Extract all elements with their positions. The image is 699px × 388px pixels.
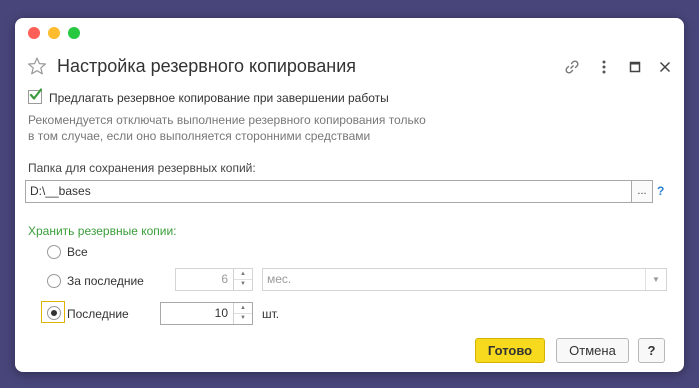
more-icon[interactable] (595, 58, 613, 76)
browse-folder-button[interactable]: ... (631, 180, 653, 203)
count-unit: шт. (262, 307, 280, 321)
window-close-button[interactable] (28, 27, 40, 39)
period-unit-select[interactable]: мес. ▼ (262, 268, 667, 291)
hint-text: Рекомендуется отключать выполнение резер… (28, 112, 488, 144)
close-icon[interactable] (656, 58, 674, 76)
offer-backup-checkbox[interactable] (28, 88, 42, 104)
count-spin[interactable]: ▲ ▼ (233, 303, 252, 324)
radio-last-period[interactable] (47, 274, 61, 288)
page-title: Настройка резервного копирования (57, 56, 357, 76)
window-zoom-button[interactable] (68, 27, 80, 39)
hint-line: Рекомендуется отключать выполнение резер… (28, 113, 426, 127)
period-value: 6 (221, 272, 228, 286)
period-spin[interactable]: ▲ ▼ (233, 269, 252, 290)
hint-line: в том случае, если оно выполняется сторо… (28, 129, 371, 143)
cancel-button[interactable]: Отмена (556, 338, 629, 363)
period-unit-value: мес. (267, 272, 292, 286)
window-minimize-button[interactable] (48, 27, 60, 39)
period-stepper[interactable]: 6 ▲ ▼ (175, 268, 253, 291)
maximize-icon[interactable] (626, 58, 644, 76)
window-titlebar (15, 18, 684, 50)
keep-backups-label: Хранить резервные копии: (28, 224, 177, 238)
folder-help-link[interactable]: ? (657, 184, 664, 198)
star-icon[interactable] (27, 56, 47, 76)
radio-all-label[interactable]: Все (67, 245, 88, 259)
help-button[interactable]: ? (638, 338, 665, 363)
radio-last-period-label[interactable]: За последние (67, 274, 144, 288)
count-value: 10 (214, 306, 228, 320)
radio-all[interactable] (47, 245, 61, 259)
offer-backup-label[interactable]: Предлагать резервное копирование при зав… (49, 91, 389, 105)
checkmark-icon (29, 88, 42, 100)
backup-settings-dialog: Настройка резервного копирования Предлаг… (15, 18, 684, 372)
count-stepper[interactable]: 10 ▲ ▼ (160, 302, 253, 325)
radio-last-count-label[interactable]: Последние (67, 307, 129, 321)
radio-last-count[interactable] (47, 306, 61, 320)
folder-label: Папка для сохранения резервных копий: (28, 161, 256, 175)
chevron-down-icon[interactable]: ▼ (234, 279, 252, 289)
backup-folder-input[interactable]: D:\__bases (25, 180, 632, 203)
dropdown-arrow-icon[interactable]: ▼ (645, 269, 666, 290)
done-button[interactable]: Готово (475, 338, 545, 363)
link-icon[interactable] (563, 58, 581, 76)
chevron-down-icon[interactable]: ▼ (234, 313, 252, 323)
